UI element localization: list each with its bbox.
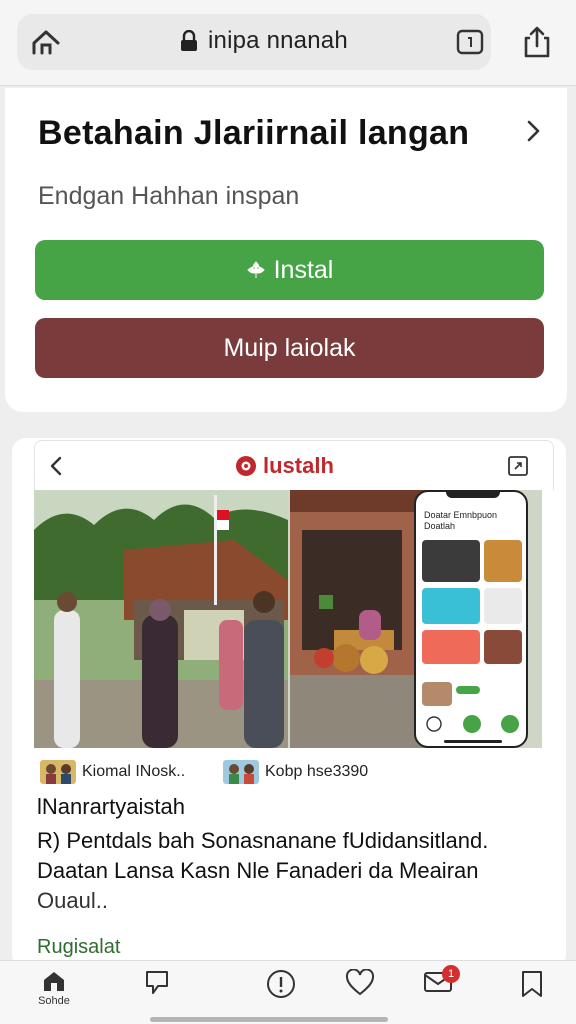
post-more-link[interactable]: Ouaul.. — [37, 888, 108, 914]
comment-icon — [146, 971, 168, 994]
url-text[interactable]: inipa nnanah — [208, 27, 348, 55]
nav-info[interactable] — [259, 969, 303, 1013]
install-subtitle: Endgan Hahhan inspan — [38, 182, 300, 210]
back-icon[interactable] — [49, 455, 63, 477]
expand-icon[interactable] — [507, 455, 529, 477]
brand-logo-icon — [236, 456, 256, 476]
home-icon — [44, 972, 64, 991]
notification-badge: 1 — [442, 965, 460, 983]
tag-chip[interactable]: Kiomal INosk.. — [40, 760, 185, 784]
tag-thumbnail — [40, 760, 76, 784]
post-body: R) Pentdals bah Sonasnanane fUdidansitla… — [37, 828, 489, 883]
lock-icon — [181, 30, 197, 51]
tag-thumbnail — [223, 760, 259, 784]
phone-mockup: Doatar Emnbpuon Doatlah — [414, 490, 528, 748]
info-icon — [267, 970, 295, 998]
feed-card: lustalh Doatar Emnbpuon Doatlah Kiomal I… — [12, 438, 566, 968]
tag-label: Kiomal INosk.. — [82, 763, 186, 780]
home-indicator — [150, 1017, 388, 1022]
brand-name: lustalh — [263, 453, 334, 478]
browser-toolbar: inipa nnanah — [0, 0, 576, 86]
home-icon[interactable] — [30, 27, 62, 57]
install-button-label: Instal — [273, 255, 334, 284]
bottom-nav: Sohde 1 — [0, 960, 576, 1024]
nav-home[interactable]: Sohde — [32, 969, 76, 1013]
secondary-button-label: Muip laiolak — [223, 333, 356, 362]
leaf-icon — [246, 261, 265, 278]
post-link[interactable]: Rugisalat — [37, 936, 120, 959]
post-author[interactable]: lNanrartyaistah — [37, 794, 185, 820]
nav-comments[interactable] — [135, 969, 179, 1013]
nav-bookmarks[interactable] — [510, 969, 554, 1013]
tag-chip[interactable]: Kobp hse3390 — [223, 760, 368, 784]
install-title: Betahain Jlariirnail langan — [38, 114, 470, 152]
tabs-icon[interactable] — [455, 28, 485, 56]
phone-title: Doatar Emnbpuon Doatlah — [424, 510, 498, 531]
install-button[interactable]: Instal — [35, 240, 544, 300]
secondary-button[interactable]: Muip laiolak — [35, 318, 544, 378]
tag-label: Kobp hse3390 — [265, 763, 369, 780]
inner-app-header: lustalh — [34, 440, 554, 490]
phone-nav-icons — [426, 715, 519, 733]
brand: lustalh — [235, 453, 334, 479]
heart-icon — [345, 969, 375, 996]
chevron-right-icon[interactable] — [522, 118, 544, 144]
nav-favorites[interactable] — [338, 969, 382, 1013]
bookmark-icon — [522, 971, 542, 997]
share-icon[interactable] — [520, 24, 554, 60]
nav-messages[interactable]: 1 — [416, 965, 460, 1013]
nav-label: Sohde — [38, 995, 70, 1007]
install-card: Betahain Jlariirnail langan Endgan Hahha… — [5, 88, 567, 412]
